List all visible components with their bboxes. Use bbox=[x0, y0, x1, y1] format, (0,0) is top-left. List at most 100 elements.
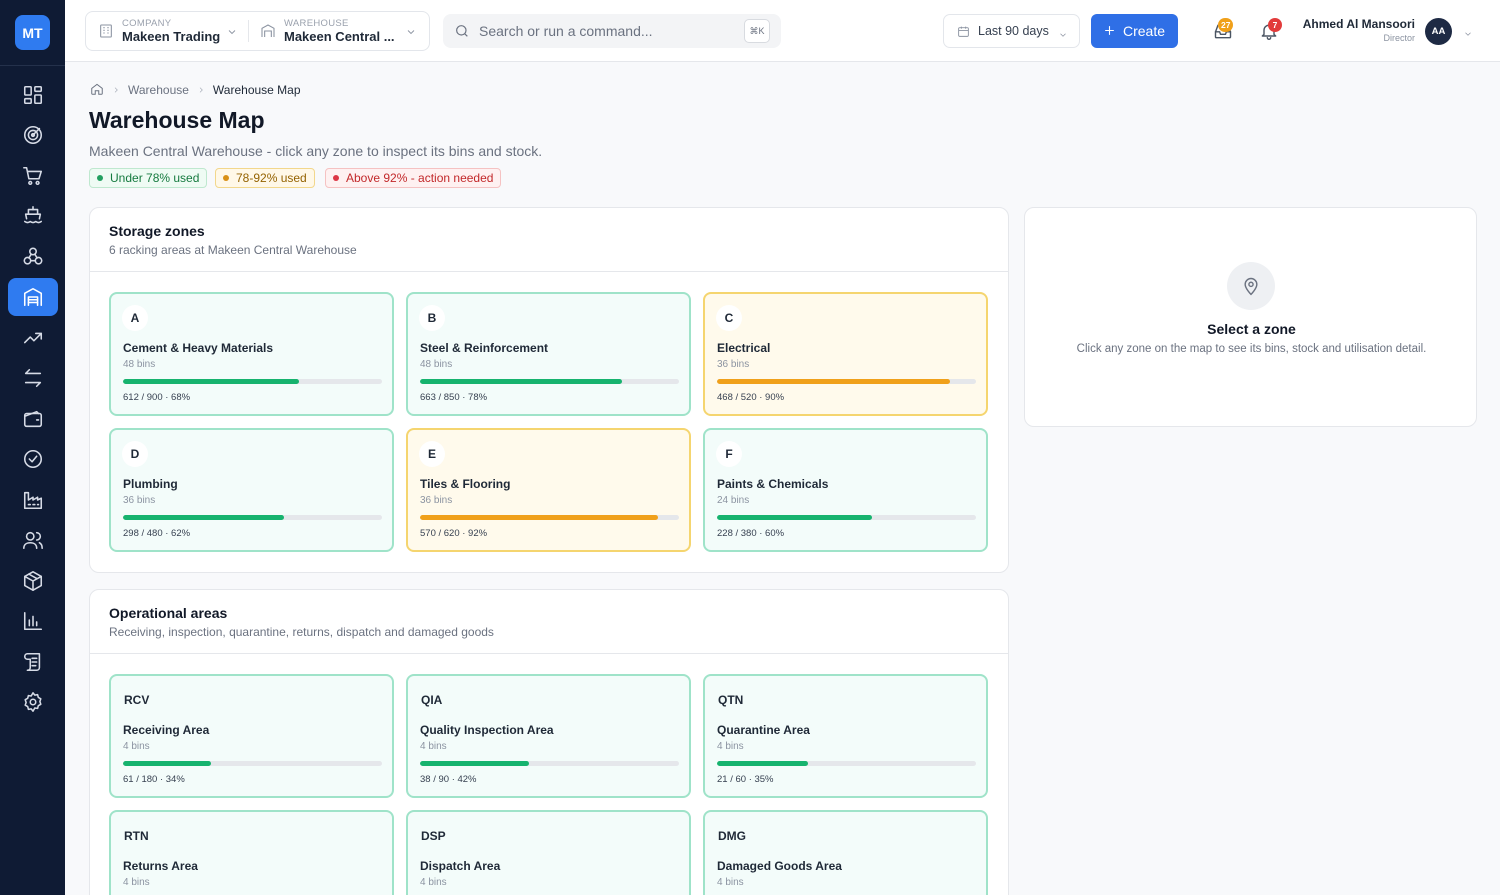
shortcut-hint: ⌘K bbox=[744, 19, 770, 43]
sidebar-item-hierarchy[interactable] bbox=[8, 238, 58, 276]
check-circle-icon bbox=[23, 449, 43, 469]
wallet-icon bbox=[23, 410, 43, 428]
zone-utilisation: 228 / 380 · 60% bbox=[717, 528, 785, 539]
sidebar-item-dashboard[interactable] bbox=[8, 76, 58, 114]
breadcrumb-warehouse[interactable]: Warehouse bbox=[128, 83, 189, 97]
zone-code: QIA bbox=[421, 693, 443, 707]
zone-card[interactable]: RCV Receiving Area 4 bins 61 / 180 · 34% bbox=[109, 674, 394, 798]
zone-bins: 4 bins bbox=[420, 741, 447, 752]
zone-name: Quarantine Area bbox=[717, 723, 810, 737]
zone-card[interactable]: A Cement & Heavy Materials 48 bins 612 / 90… bbox=[109, 292, 394, 416]
zone-card[interactable]: B Steel & Reinforcement 48 bins 663 / 850 ·… bbox=[406, 292, 691, 416]
utilisation-fill bbox=[717, 761, 808, 766]
zone-code: A bbox=[122, 305, 148, 331]
zone-code: C bbox=[716, 305, 742, 331]
utilisation-fill bbox=[717, 515, 873, 520]
sidebar-item-wallet[interactable] bbox=[8, 400, 58, 438]
sidebar-item-targets[interactable] bbox=[8, 116, 58, 154]
sidebar-item-products[interactable] bbox=[8, 562, 58, 600]
zone-name: Damaged Goods Area bbox=[717, 859, 842, 873]
gear-icon bbox=[24, 692, 42, 712]
zone-bins: 4 bins bbox=[123, 741, 150, 752]
zone-code: QTN bbox=[718, 693, 744, 707]
zone-code: DMG bbox=[718, 829, 746, 843]
utilisation-fill bbox=[123, 761, 212, 766]
panel-header: Operational areas Receiving, inspection,… bbox=[90, 590, 1008, 654]
zone-card[interactable]: DMG Damaged Goods Area 4 bins bbox=[703, 810, 988, 895]
selector-divider bbox=[248, 20, 249, 42]
sidebar-item-reports[interactable] bbox=[8, 602, 58, 640]
zone-bins: 36 bins bbox=[123, 495, 156, 506]
create-button[interactable]: Create bbox=[1091, 14, 1178, 48]
factory-icon bbox=[23, 491, 43, 510]
chevron-down-icon[interactable] bbox=[1463, 26, 1473, 36]
chevron-down-icon[interactable] bbox=[405, 25, 417, 37]
panel-title: Storage zones bbox=[109, 223, 205, 239]
zone-card[interactable]: QTN Quarantine Area 4 bins 21 / 60 · 35% bbox=[703, 674, 988, 798]
panel-header: Storage zones 6 racking areas at Makeen … bbox=[90, 208, 1008, 272]
zone-name: Electrical bbox=[717, 341, 771, 355]
utilisation-fill bbox=[123, 515, 284, 520]
warehouse-selector[interactable]: WAREHOUSE Makeen Central ... bbox=[260, 12, 395, 50]
search-icon bbox=[454, 23, 470, 39]
sidebar-item-users[interactable] bbox=[8, 521, 58, 559]
zone-utilisation: 663 / 850 · 78% bbox=[420, 392, 488, 403]
sidebar-item-purchasing[interactable] bbox=[8, 157, 58, 195]
zone-name: Cement & Heavy Materials bbox=[123, 341, 274, 355]
avatar[interactable]: AA bbox=[1425, 18, 1452, 45]
company-label: COMPANY bbox=[122, 18, 172, 29]
utilisation-fill bbox=[420, 379, 623, 384]
top-bar: COMPANY Makeen Trading WAREHOUSE Makeen … bbox=[65, 0, 1500, 62]
zone-bins: 4 bins bbox=[717, 741, 744, 752]
zone-card[interactable]: DSP Dispatch Area 4 bins bbox=[406, 810, 691, 895]
zone-card[interactable]: F Paints & Chemicals 24 bins 228 / 380 · 60… bbox=[703, 428, 988, 552]
date-range-label: Last 90 days bbox=[978, 24, 1049, 38]
home-icon[interactable] bbox=[90, 82, 104, 99]
zone-utilisation: 570 / 620 · 92% bbox=[420, 528, 488, 539]
sidebar-item-analytics[interactable] bbox=[8, 319, 58, 357]
user-name[interactable]: Ahmed Al Mansoori bbox=[1295, 17, 1415, 31]
command-search[interactable]: Search or run a command... ⌘K bbox=[443, 14, 781, 48]
legend-label: Under 78% used bbox=[110, 171, 200, 185]
sidebar-item-documents[interactable] bbox=[8, 643, 58, 681]
zone-name: Receiving Area bbox=[123, 723, 210, 737]
chevron-down-icon[interactable] bbox=[226, 25, 238, 37]
building-icon bbox=[98, 23, 114, 39]
trend-icon bbox=[23, 332, 43, 344]
zone-utilisation: 468 / 520 · 90% bbox=[717, 392, 785, 403]
zone-name: Plumbing bbox=[123, 477, 178, 491]
zone-card[interactable]: C Electrical 36 bins 468 / 520 · 90% bbox=[703, 292, 988, 416]
package-icon bbox=[23, 571, 43, 591]
scroll-icon bbox=[24, 652, 41, 672]
zone-card[interactable]: D Plumbing 36 bins 298 / 480 · 62% bbox=[109, 428, 394, 552]
sidebar-item-factory[interactable] bbox=[8, 481, 58, 519]
warehouse-icon bbox=[260, 23, 276, 39]
utilisation-fill bbox=[123, 379, 300, 384]
page-title: Warehouse Map bbox=[89, 107, 265, 133]
company-warehouse-selector: COMPANY Makeen Trading WAREHOUSE Makeen … bbox=[85, 11, 430, 51]
target-icon bbox=[23, 125, 43, 145]
search-input[interactable]: Search or run a command... bbox=[479, 23, 653, 39]
sidebar-item-approvals[interactable] bbox=[8, 440, 58, 478]
grid-icon bbox=[23, 85, 43, 105]
zone-card[interactable]: RTN Returns Area 4 bins bbox=[109, 810, 394, 895]
zone-bins: 36 bins bbox=[420, 495, 453, 506]
sidebar-item-warehouse[interactable] bbox=[8, 278, 58, 316]
sidebar-item-transfers[interactable] bbox=[8, 359, 58, 397]
zone-utilisation: 298 / 480 · 62% bbox=[123, 528, 191, 539]
sidebar-item-settings[interactable] bbox=[8, 683, 58, 721]
company-selector[interactable]: COMPANY Makeen Trading bbox=[98, 12, 220, 50]
chevron-right-icon bbox=[197, 83, 205, 97]
panel-subtitle: Receiving, inspection, quarantine, retur… bbox=[109, 625, 494, 639]
panel-subtitle: 6 racking areas at Makeen Central Wareho… bbox=[109, 243, 357, 257]
utilisation-bar bbox=[123, 761, 382, 766]
sidebar-item-shipping[interactable] bbox=[8, 197, 58, 235]
plus-icon bbox=[1103, 24, 1116, 37]
zone-bins: 4 bins bbox=[123, 877, 150, 888]
app-logo[interactable]: MT bbox=[15, 15, 50, 50]
cart-icon bbox=[23, 166, 43, 186]
zone-card[interactable]: QIA Quality Inspection Area 4 bins 38 / 90 … bbox=[406, 674, 691, 798]
date-range-picker[interactable]: Last 90 days bbox=[943, 14, 1080, 48]
zone-utilisation: 21 / 60 · 35% bbox=[717, 774, 774, 785]
zone-card[interactable]: E Tiles & Flooring 36 bins 570 / 620 · 92% bbox=[406, 428, 691, 552]
